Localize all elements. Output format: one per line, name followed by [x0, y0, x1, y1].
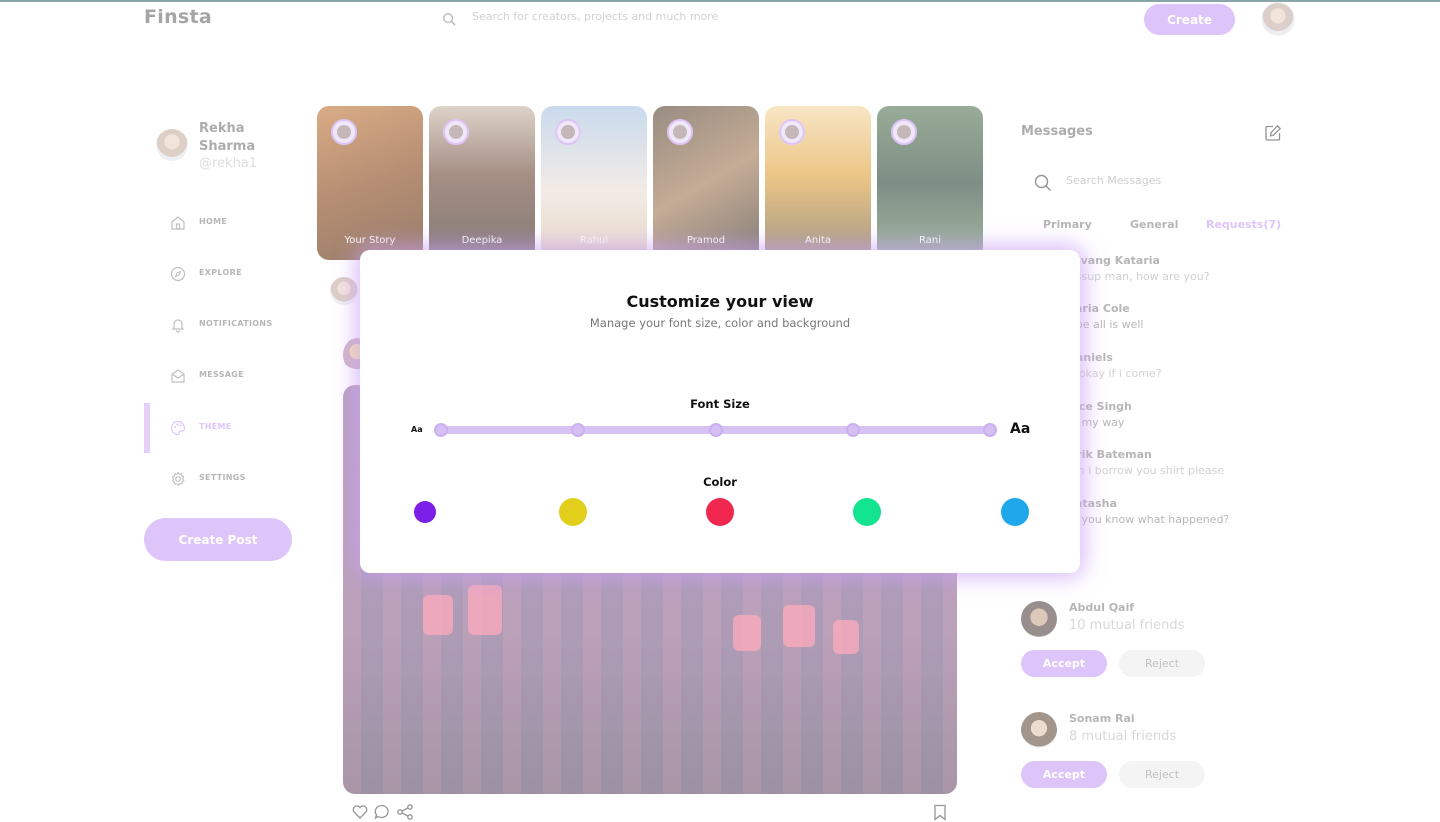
color-swatch-yellow[interactable]: [559, 498, 587, 526]
font-size-step-2[interactable]: [571, 423, 585, 437]
color-swatch-red[interactable]: [706, 498, 734, 526]
font-size-step-5[interactable]: [983, 423, 997, 437]
font-size-slider[interactable]: [434, 423, 997, 437]
font-size-step-3[interactable]: [709, 423, 723, 437]
font-size-step-4[interactable]: [846, 423, 860, 437]
color-swatch-blue[interactable]: [1001, 498, 1029, 526]
color-label: Color: [703, 475, 737, 489]
modal-subtitle: Manage your font size, color and backgro…: [589, 316, 851, 330]
modal-title: Customize your view: [626, 292, 814, 311]
font-size-label: Font Size: [690, 397, 750, 411]
color-swatch-purple[interactable]: [414, 501, 436, 523]
font-size-small-label: Aa: [411, 425, 423, 434]
font-size-step-1[interactable]: [434, 423, 448, 437]
customize-theme-modal: Customize your view Manage your font siz…: [360, 250, 1080, 573]
font-size-large-label: Aa: [1010, 421, 1031, 437]
color-swatch-green[interactable]: [853, 498, 881, 526]
